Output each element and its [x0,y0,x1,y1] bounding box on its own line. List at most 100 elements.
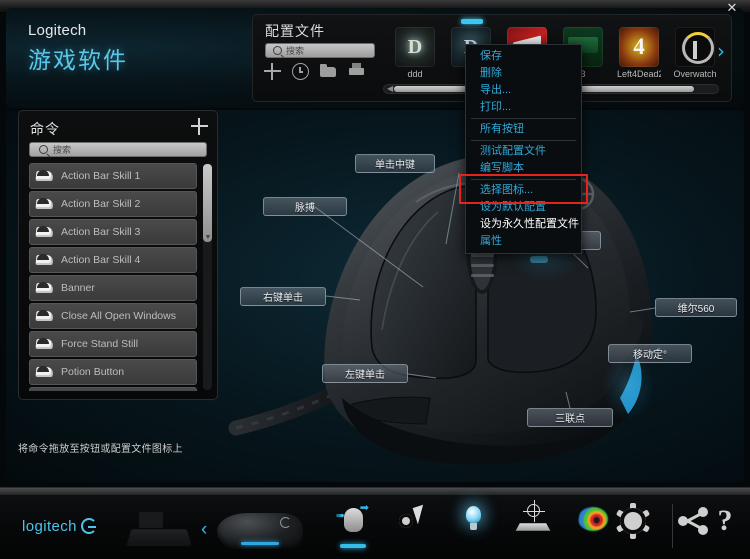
command-icon [34,308,55,324]
menu-item-test-profile[interactable]: 测试配置文件 [466,143,581,160]
brand-logo: Logitech 游戏软件 [28,22,128,75]
list-item[interactable]: Banner [29,275,197,301]
command-icon [34,336,55,352]
list-item-label: Action Bar Skill 3 [61,226,141,238]
menu-item-export[interactable]: 导出... [466,82,581,99]
drag-hint-text: 将命令拖放至按钮或配置文件图标上 [18,444,183,455]
list-item-label: Banner [61,282,95,294]
callout-dpi-shift[interactable]: 脉搏 [263,197,347,216]
feature-tab-bar: ➠ ➡ [336,500,610,548]
toolbar-divider [672,504,673,548]
scrollbar-thumb[interactable] [203,164,212,242]
callout-triple-click[interactable]: 三联点 [527,408,613,427]
logitech-logo: logitech [22,518,97,535]
scroll-left-arrow-icon[interactable]: ◀ [387,85,393,93]
callout-move-setting[interactable]: 移动定° [608,344,692,363]
menu-item-save[interactable]: 保存 [466,48,581,65]
profile-item[interactable]: d dd [393,21,437,79]
list-item-label: Action Bar Skill 1 [61,170,141,182]
help-icon[interactable]: ? [708,504,742,538]
list-item[interactable]: Action Bar Skill 4 [29,247,197,273]
callout-middle-click[interactable]: 单击中键 [355,154,435,173]
list-item[interactable]: Force Stand Still [29,331,197,357]
profile-search-placeholder: 搜索 [286,46,305,56]
close-icon[interactable]: ✕ [722,0,742,16]
commands-vertical-scrollbar[interactable]: ▲ ▼ [203,164,212,390]
list-item-label: Action Bar Skill 4 [61,254,141,266]
list-item[interactable]: Action Bar Skill 1 [29,163,197,189]
surface-tuning-icon[interactable] [515,500,551,536]
profile-search-input[interactable]: 搜索 [265,43,375,58]
search-icon [273,46,282,55]
clock-icon[interactable] [292,63,309,80]
menu-item-properties[interactable]: 属性 [466,233,581,250]
profile-item[interactable]: Overwatch [673,21,717,79]
commands-panel: 命令 搜索 Action Bar Skill 1 Action Bar Skil… [18,110,218,400]
logitech-g-icon [80,518,97,534]
list-item-label: Force Stand Still [61,338,139,350]
brand-line-2: 游戏软件 [28,47,128,73]
profiles-title: 配置文件 [265,23,325,39]
mouse-device-icon[interactable] [211,507,307,553]
list-item[interactable]: Action Bar Skill 3 [29,219,197,245]
menu-separator [471,118,576,119]
list-item[interactable]: Close All Open Windows [29,303,197,329]
list-item-label: Action Bar Skill 2 [61,198,141,210]
device-selector: ‹ [125,504,325,556]
plus-icon[interactable] [264,63,281,80]
lighting-icon[interactable] [456,502,490,536]
device-prev-arrow-icon[interactable]: ‹ [201,519,207,541]
menu-item-set-default[interactable]: 设为默认配置 [466,199,581,216]
profile-context-menu: 保存 删除 导出... 打印... 所有按钮 测试配置文件 编写脚本 选择图标.… [465,44,582,254]
printer-icon[interactable] [348,63,365,80]
menu-item-all-buttons[interactable]: 所有按钮 [466,121,581,138]
brand-line-1: Logitech [28,22,87,39]
scroll-down-arrow-icon[interactable]: ▼ [205,234,212,241]
mouse-led-strip [241,542,280,545]
list-item-label: Close All Open Windows [61,310,176,322]
bottom-toolbar: logitech ‹ ➠ ➡ ? [0,487,750,559]
mouse-assignments-icon[interactable]: ➠ ➡ [336,502,370,548]
menu-item-delete[interactable]: 删除 [466,65,581,82]
callout-right-click[interactable]: 右键单击 [240,287,326,306]
commands-title: 命令 [30,121,60,137]
profile-icon [619,27,659,67]
keyboard-device-icon[interactable] [125,512,197,548]
command-search-input[interactable]: 搜索 [29,142,207,157]
command-icon [34,280,55,296]
profile-icon [675,27,715,67]
profile-label: Left4Dead2 [617,69,661,79]
menu-item-set-persistent[interactable]: 设为永久性配置文件 [466,216,581,233]
commands-list: Action Bar Skill 1 Action Bar Skill 2 Ac… [29,163,207,391]
profile-label: Overwatch [673,69,717,79]
command-icon [34,364,55,380]
menu-separator [471,179,576,180]
list-item[interactable]: Show Item On Ground [29,387,197,391]
profile-label: ddd [407,69,423,79]
profile-icon [395,27,435,67]
menu-item-select-icon[interactable]: 选择图标... [466,182,581,199]
command-icon [34,224,55,240]
settings-gear-icon[interactable] [615,503,651,539]
folder-icon[interactable] [320,63,337,80]
list-item-label: Potion Button [61,366,125,378]
list-item[interactable]: Action Bar Skill 2 [29,191,197,217]
profile-toolbar [264,63,365,80]
heatmap-icon[interactable] [576,502,610,536]
menu-item-print[interactable]: 打印... [466,99,581,116]
callout-dpi-560[interactable]: 维尔560 [655,298,737,317]
callout-left-click[interactable]: 左键单击 [322,364,408,383]
profile-item[interactable]: Left4Dead2 [617,21,661,79]
pointer-settings-icon[interactable] [396,502,430,536]
command-icon [34,196,55,212]
share-icon[interactable] [676,504,710,538]
logitech-wordmark: logitech [22,518,77,535]
search-icon [39,145,48,154]
list-item[interactable]: Potion Button [29,359,197,385]
menu-item-write-script[interactable]: 编写脚本 [466,160,581,177]
command-icon [34,252,55,268]
command-search-placeholder: 搜索 [53,145,72,155]
profiles-next-arrow-icon[interactable]: › [717,39,725,63]
add-command-icon[interactable] [191,118,208,135]
command-icon [34,168,55,184]
